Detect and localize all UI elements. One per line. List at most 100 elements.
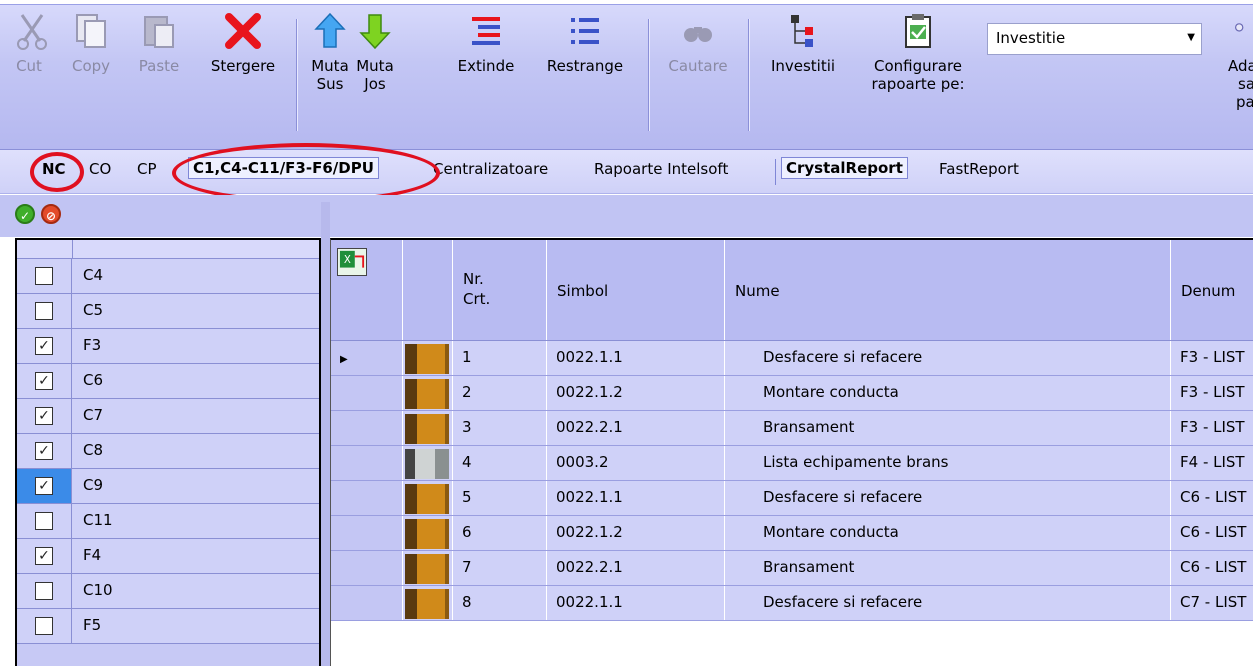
search-label: Cautare bbox=[668, 57, 728, 75]
uncheck-all-icon[interactable]: ⊘ bbox=[41, 204, 61, 224]
table-row[interactable]: 5 0022.1.1 Desfacere si refacere C6 - LIST bbox=[331, 481, 1253, 516]
checkbox-cell[interactable] bbox=[17, 609, 72, 643]
checkbox-list-item[interactable]: ✓ C8 bbox=[17, 434, 319, 469]
denum-cell: C6 - LIST bbox=[1180, 488, 1247, 506]
checkbox-list-item[interactable]: ✓ F3 bbox=[17, 329, 319, 364]
grid-header: X Nr. Crt. Simbol Nume Denum bbox=[331, 240, 1253, 341]
checkbox-item-label: C5 bbox=[83, 301, 104, 319]
table-row[interactable]: 3 0022.2.1 Bransament F3 - LIST bbox=[331, 411, 1253, 446]
checkbox-cell[interactable]: ✓ bbox=[17, 434, 72, 468]
checkbox-list-item[interactable]: F5 bbox=[17, 609, 319, 644]
checkbox-list-item[interactable]: ✓ F4 bbox=[17, 539, 319, 574]
tab-fastreport[interactable]: FastReport bbox=[939, 160, 1019, 178]
expand-button[interactable]: Extinde bbox=[446, 11, 526, 75]
row-selector[interactable]: ▶ bbox=[331, 341, 403, 375]
table-row[interactable]: 8 0022.1.1 Desfacere si refacere C7 - LIST bbox=[331, 586, 1253, 621]
checkbox-checked[interactable]: ✓ bbox=[35, 477, 53, 495]
binoculars-icon bbox=[684, 27, 712, 42]
thumb-column-header bbox=[403, 240, 453, 340]
name-header-label: Nume bbox=[735, 282, 780, 300]
selection-icon-bar: ✓ ⊘ bbox=[0, 195, 1253, 237]
denum-column-header[interactable]: Denum bbox=[1171, 240, 1253, 340]
checkbox-cell[interactable]: ✓ bbox=[17, 364, 72, 398]
checkbox-checked[interactable]: ✓ bbox=[35, 442, 53, 460]
row-selector[interactable] bbox=[331, 516, 403, 550]
name-cell: Desfacere si refacere bbox=[725, 481, 1171, 515]
row-selector[interactable] bbox=[331, 551, 403, 585]
paste-button[interactable]: Paste bbox=[134, 11, 184, 75]
nr-column-header[interactable]: Nr. Crt. bbox=[453, 240, 547, 340]
checkbox-checked[interactable]: ✓ bbox=[35, 407, 53, 425]
table-row[interactable]: ▶ 1 0022.1.1 Desfacere si refacere F3 - LIST bbox=[331, 341, 1253, 376]
row-selector[interactable] bbox=[331, 376, 403, 410]
tab-co[interactable]: CO bbox=[89, 160, 111, 178]
checkbox-cell[interactable] bbox=[17, 574, 72, 608]
delete-button[interactable]: Stergere bbox=[200, 11, 286, 75]
checkbox-unchecked[interactable] bbox=[35, 302, 53, 320]
checkbox-unchecked[interactable] bbox=[35, 512, 53, 530]
checkbox-cell[interactable] bbox=[17, 504, 72, 538]
row-selector[interactable] bbox=[331, 411, 403, 445]
toolbar-separator bbox=[296, 19, 297, 131]
table-row[interactable]: 7 0022.2.1 Bransament C6 - LIST bbox=[331, 551, 1253, 586]
checkbox-cell[interactable] bbox=[17, 294, 72, 328]
checkbox-unchecked[interactable] bbox=[35, 582, 53, 600]
checkbox-unchecked[interactable] bbox=[35, 267, 53, 285]
copy-button[interactable]: Copy bbox=[66, 11, 116, 75]
nr-header-line1: Nr. bbox=[463, 270, 484, 288]
configure-reports-button[interactable]: Configurare rapoarte pe: bbox=[862, 11, 974, 93]
symbol-column-header[interactable]: Simbol bbox=[547, 240, 725, 340]
thumbnail-cell bbox=[403, 341, 453, 375]
checkbox-list-item[interactable]: C10 bbox=[17, 574, 319, 609]
checkbox-list-item[interactable]: C5 bbox=[17, 294, 319, 329]
pane-splitter[interactable] bbox=[321, 202, 330, 666]
name-cell: Montare conducta bbox=[725, 516, 1171, 550]
checkbox-cell[interactable] bbox=[17, 259, 72, 293]
move-up-button[interactable]: Muta Sus bbox=[308, 11, 352, 93]
check-all-icon[interactable]: ✓ bbox=[15, 204, 35, 224]
row-selector[interactable] bbox=[331, 481, 403, 515]
investments-button[interactable]: Investitii bbox=[760, 11, 846, 75]
nr-cell: 2 bbox=[453, 376, 547, 410]
add-button[interactable]: Ada sa pa bbox=[1214, 11, 1253, 111]
paste-icon bbox=[144, 16, 174, 48]
arrow-up-icon bbox=[314, 12, 346, 48]
collapse-button[interactable]: Restrange bbox=[536, 11, 634, 75]
table-row[interactable]: 4 0003.2 Lista echipamente brans F4 - LIST bbox=[331, 446, 1253, 481]
configure-label-2: rapoarte pe: bbox=[871, 75, 965, 93]
tab-rapoarte-intelsoft[interactable]: Rapoarte Intelsoft bbox=[594, 160, 728, 178]
excel-export-icon[interactable]: X bbox=[337, 248, 367, 276]
checkbox-list-item[interactable]: C4 bbox=[17, 259, 319, 294]
checkbox-checked[interactable]: ✓ bbox=[35, 372, 53, 390]
checkbox-list-item[interactable]: ✓ C6 bbox=[17, 364, 319, 399]
dropdown-arrow-icon[interactable]: ▼ bbox=[1187, 32, 1195, 43]
report-type-select[interactable]: Investitie ▼ bbox=[987, 23, 1202, 55]
arrow-down-icon bbox=[359, 14, 391, 50]
tab-cp[interactable]: CP bbox=[137, 160, 157, 178]
checkbox-cell[interactable]: ✓ bbox=[17, 399, 72, 433]
cut-button[interactable]: Cut bbox=[14, 11, 47, 75]
search-button[interactable]: Cautare bbox=[660, 11, 736, 75]
checkbox-checked[interactable]: ✓ bbox=[35, 337, 53, 355]
tab-centralizatoare[interactable]: Centralizatoare bbox=[433, 160, 548, 178]
thumbnail-cell bbox=[403, 481, 453, 515]
checkbox-checked[interactable]: ✓ bbox=[35, 547, 53, 565]
checkbox-unchecked[interactable] bbox=[35, 617, 53, 635]
checkbox-item-label: F5 bbox=[83, 616, 102, 634]
checkbox-cell[interactable]: ✓ bbox=[17, 329, 72, 363]
checkbox-list-item[interactable]: ✓ C9 bbox=[17, 469, 319, 504]
checkbox-cell[interactable]: ✓ bbox=[17, 539, 72, 573]
checkbox-list-item[interactable]: C11 bbox=[17, 504, 319, 539]
move-down-button[interactable]: Muta Jos bbox=[353, 11, 397, 93]
checkbox-cell[interactable]: ✓ bbox=[17, 469, 72, 503]
row-selector[interactable] bbox=[331, 586, 403, 620]
name-column-header[interactable]: Nume bbox=[725, 240, 1171, 340]
form-checkbox-list: C4 C5 ✓ F3 ✓ C6 ✓ C7 ✓ C8 ✓ C9 C11 ✓ F4 C10 F5 bbox=[15, 238, 321, 666]
checkbox-list-item[interactable]: ✓ C7 bbox=[17, 399, 319, 434]
table-row[interactable]: 6 0022.1.2 Montare conducta C6 - LIST bbox=[331, 516, 1253, 551]
thumbnail-cell bbox=[403, 446, 453, 480]
row-selector[interactable] bbox=[331, 446, 403, 480]
tab-crystalreport[interactable]: CrystalReport bbox=[781, 157, 908, 179]
table-row[interactable]: 2 0022.1.2 Montare conducta F3 - LIST bbox=[331, 376, 1253, 411]
configure-label-1: Configurare bbox=[873, 57, 963, 75]
